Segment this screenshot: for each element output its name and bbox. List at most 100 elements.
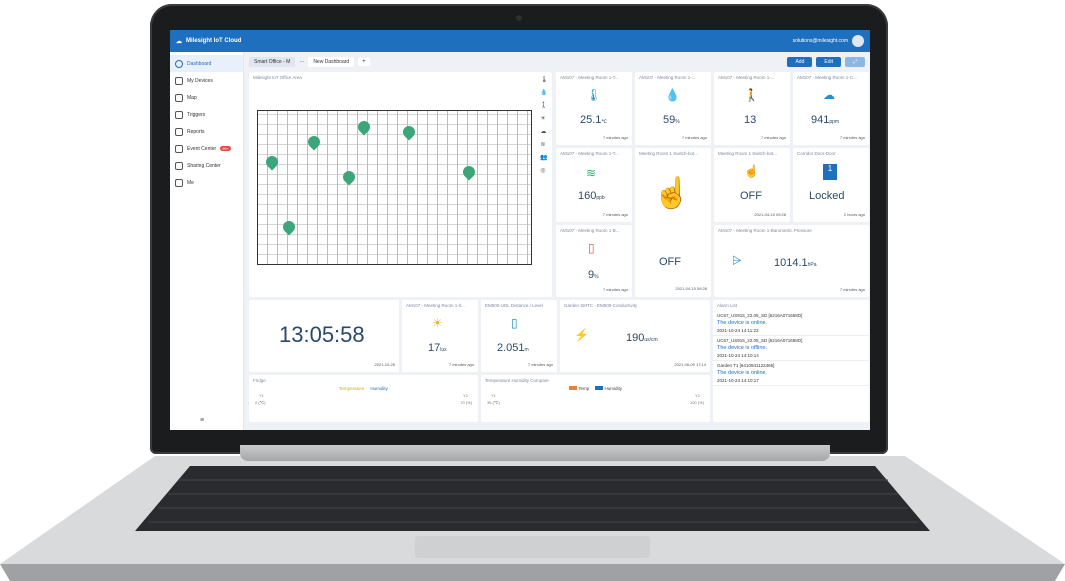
illuminance-widget[interactable]: AM107 - Meeting Room 1-Il... ☀ 17lux 7 m…	[402, 300, 478, 372]
sidebar-item-label: Map	[187, 94, 197, 101]
alarm-item[interactable]: Garden T1 [6410941122465] The device is …	[713, 361, 869, 386]
door-icon: 1	[823, 164, 837, 180]
y2-unit: 100 (%)	[689, 400, 704, 405]
location-icon[interactable]: ◎	[540, 167, 548, 174]
co2-cloud-icon: ☁	[823, 88, 835, 102]
alarm-time: 2021-10-24 14:11:23	[717, 328, 759, 333]
alarm-list-widget[interactable]: Alarm List UC67_US915_22.05_SD [6216A071…	[713, 300, 869, 422]
widget-title: AM107 - Meeting Room 1-...	[639, 75, 696, 80]
legend-humidity[interactable]: Humidity	[595, 386, 622, 391]
user-icon	[175, 178, 183, 187]
door-widget[interactable]: Corridor Door-Door 1 Locked 2 hours ago	[793, 148, 869, 222]
activity-icon[interactable]: 🚶	[540, 102, 548, 109]
sidebar-item-label: Event Center	[187, 145, 217, 152]
fridge-chart-widget[interactable]: Fridge Temperature Humidity Y1 Y2 0 (℃) …	[249, 375, 478, 422]
co2-widget[interactable]: AM107 - Meeting Room 1-C... ☁ 941ppm 7 m…	[793, 72, 869, 145]
door-value: Locked	[809, 190, 845, 202]
legend-temp[interactable]: Temp	[569, 386, 589, 391]
sensor-pin[interactable]	[400, 123, 418, 141]
sidebar-item-sharing-center[interactable]: Sharing Center	[170, 157, 243, 174]
sidebar-item-event-center[interactable]: Event Center 99+	[170, 140, 243, 157]
humidity-icon[interactable]: 💧	[540, 89, 548, 96]
edit-button[interactable]: Edit	[816, 56, 841, 67]
tvoc-value: 160ppb	[578, 190, 605, 202]
app-logo[interactable]: ☁ Milesight IoT Cloud	[176, 38, 241, 45]
collapse-menu-icon[interactable]: ≡	[200, 417, 204, 424]
sidebar-item-label: Sharing Center	[187, 162, 221, 169]
activity-widget[interactable]: AM107 - Meeting Room 1-... 🚶 13 7 minute…	[714, 72, 790, 145]
more-icon[interactable]: ···	[299, 59, 304, 65]
update-time: 7 minutes ago	[681, 135, 707, 140]
switch2-widget[interactable]: Meeting Room 1 Switch-bot... ☝ OFF 2021-…	[714, 148, 790, 222]
clock-date: 2021-10-26	[374, 362, 395, 367]
sidebar: Dashboard My Devices Map Triggers Report…	[170, 52, 244, 430]
widget-title: Milesight IoT Office Area	[253, 75, 302, 80]
switch-value: OFF	[740, 190, 762, 202]
widget-title: Corridor Door-Door	[797, 151, 836, 156]
alarm-message: The device is online.	[717, 320, 768, 326]
avatar[interactable]	[852, 35, 864, 47]
touch-icon[interactable]: ☝	[653, 176, 690, 211]
update-time: 2021-04-15 09:28	[754, 212, 786, 217]
axis-units: 0 (℃) 70 (%)	[249, 400, 478, 405]
sensor-pin[interactable]	[280, 218, 298, 236]
sensor-pin[interactable]	[355, 118, 373, 136]
light-value: 17lux	[428, 342, 447, 354]
sensor-pin[interactable]	[460, 163, 478, 181]
y1-label: Y1	[259, 393, 264, 398]
alarm-time: 2021-10-24 14:10:14	[717, 353, 759, 358]
people-icon[interactable]: 👥	[540, 154, 548, 161]
tvoc-icon[interactable]: ≋	[540, 141, 548, 148]
alarm-item[interactable]: UC67_US915_22.05_SD [6216A071658D] The d…	[713, 336, 869, 361]
sidebar-item-reports[interactable]: Reports	[170, 123, 243, 140]
thermometer-icon[interactable]: 🌡	[540, 76, 548, 83]
sidebar-item-triggers[interactable]: Triggers	[170, 106, 243, 123]
switch-value: OFF	[659, 256, 681, 268]
tab-new-dashboard[interactable]: New Dashboard	[308, 56, 355, 67]
add-tab-button[interactable]: +	[358, 57, 370, 66]
update-time: 7 minutes ago	[602, 287, 628, 292]
sensor-pin[interactable]	[305, 133, 323, 151]
alarm-device: UC67_US915_22.05_SD [6216A071658D]	[717, 338, 803, 343]
y2-label: Y2	[695, 393, 700, 398]
legend-humidity[interactable]: Humidity	[370, 386, 388, 391]
conductivity-widget[interactable]: Garden SMTC - EM500-Conductivity ⚡ 190us…	[560, 300, 710, 372]
sidebar-item-my-devices[interactable]: My Devices	[170, 72, 243, 89]
sidebar-item-dashboard[interactable]: Dashboard	[170, 55, 243, 72]
floorplan-tools: 🌡 💧 🚶 ☀ ☁ ≋ 👥 ◎	[540, 76, 548, 174]
add-button[interactable]: Add	[787, 56, 813, 67]
y1-unit: 0 (℃)	[255, 400, 266, 405]
axis-labels: Y1 Y2	[249, 391, 478, 400]
sidebar-item-me[interactable]: Me	[170, 174, 243, 191]
tab-smart-office[interactable]: Smart Office - M	[249, 56, 296, 67]
update-time: 7 minutes ago	[839, 287, 865, 292]
sensor-pin[interactable]	[340, 168, 358, 186]
temperature-widget[interactable]: AM107 - Meeting Room 1-T... 🌡 25.1℃ 7 mi…	[556, 72, 632, 145]
distance-widget[interactable]: EM500-UDL Distance / Level ▯ 2.051m 7 mi…	[481, 300, 557, 372]
widget-title: EM500-UDL Distance / Level	[485, 303, 543, 308]
legend-temperature[interactable]: Temperature	[339, 386, 364, 391]
light-icon[interactable]: ☀	[540, 115, 548, 122]
alarm-time: 2021-10-24 14:10:17	[717, 378, 759, 383]
widget-title: Alarm List	[717, 303, 738, 308]
sidebar-item-label: My Devices	[187, 77, 213, 84]
battery-widget[interactable]: AM107 - Meeting Room 1-B... ▯ 9% 7 minut…	[556, 225, 632, 297]
switch-widget[interactable]: Meeting Room 1 Switch-bot... ☝ OFF 2021-…	[635, 148, 711, 297]
hinge	[240, 445, 830, 461]
clock-widget[interactable]: 13:05:58 2021-10-26	[249, 300, 399, 372]
humidity-widget[interactable]: AM107 - Meeting Room 1-... 💧 59% 7 minut…	[635, 72, 711, 145]
sidebar-item-map[interactable]: Map	[170, 89, 243, 106]
sensor-pin[interactable]	[263, 153, 281, 171]
clock-value: 13:05:58	[279, 322, 365, 347]
compare-chart-widget[interactable]: Temperature Humidity Compare Temp Humidi…	[481, 375, 710, 422]
floorplan-widget[interactable]: Milesight IoT Office Area 🌡 💧 🚶 ☀ ☁ ≋ 👥 …	[249, 72, 552, 297]
co2-icon[interactable]: ☁	[540, 128, 548, 135]
fullscreen-button[interactable]: ⤢	[844, 56, 865, 67]
widget-title: AM107 - Meeting Room 1-Barometric Pressu…	[718, 228, 812, 233]
pressure-widget[interactable]: AM107 - Meeting Room 1-Barometric Pressu…	[714, 225, 869, 297]
user-email[interactable]: solutions@milesight.com	[793, 38, 848, 44]
touch-icon[interactable]: ☝	[744, 164, 759, 178]
widget-title: Fridge	[253, 378, 266, 383]
tvoc-widget[interactable]: AM107 - Meeting Room 1-T... ≋ 160ppb 7 m…	[556, 148, 632, 222]
alarm-item[interactable]: UC67_US915_22.05_SD [6216A071658D] The d…	[713, 311, 869, 336]
